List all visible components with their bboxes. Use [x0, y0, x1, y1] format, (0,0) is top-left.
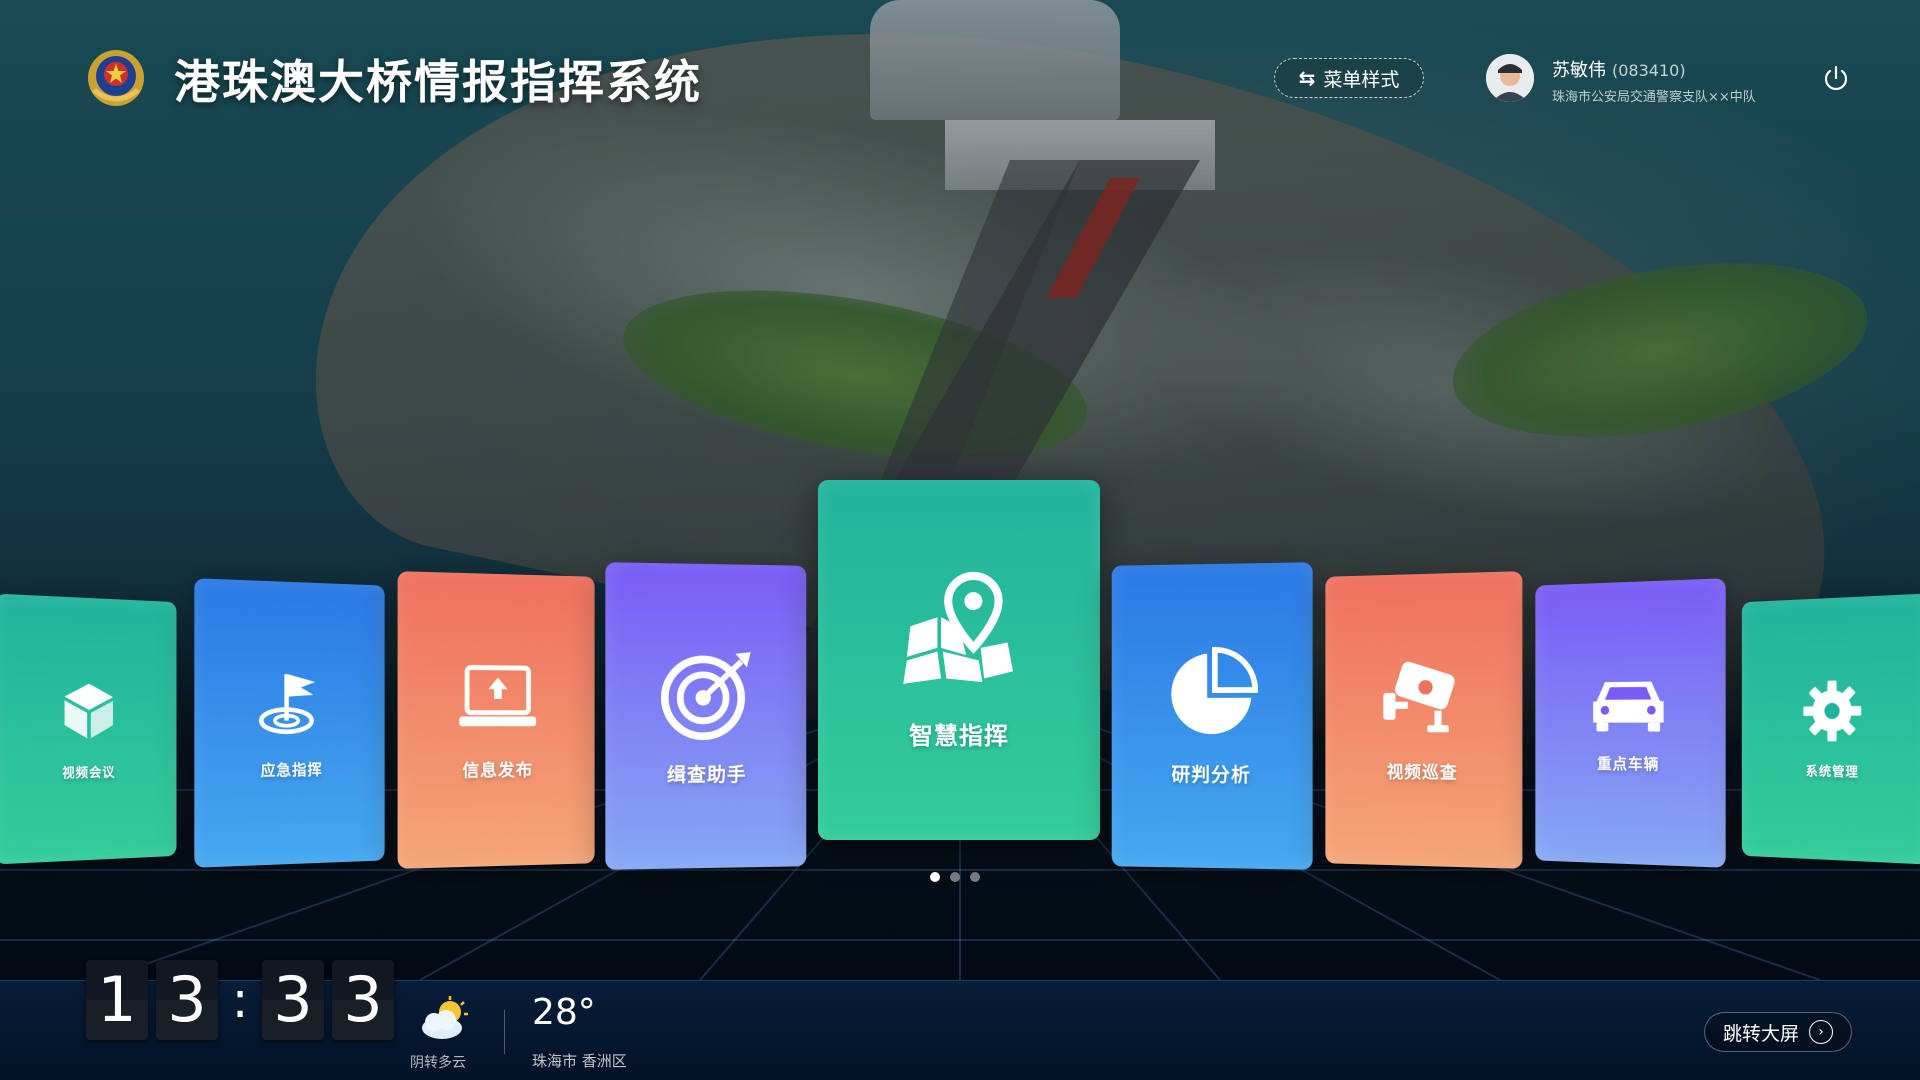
- cctv-camera-icon: [1378, 657, 1467, 740]
- card-label: 重点车辆: [1597, 754, 1660, 773]
- card-emergency-command[interactable]: 应急指挥: [194, 578, 385, 868]
- jump-button-label: 跳转大屏: [1722, 1022, 1799, 1045]
- page-dot[interactable]: [950, 872, 960, 882]
- card-video-patrol[interactable]: 视频巡查: [1325, 571, 1523, 869]
- divider: [504, 1010, 505, 1054]
- user-id: (083410): [1612, 61, 1686, 80]
- temperature: 28°: [532, 992, 596, 1033]
- cube-icon: [57, 677, 120, 744]
- card-video-conference[interactable]: 视频会议: [0, 593, 177, 865]
- user-department: 珠海市公安局交通警察支队××中队: [1552, 90, 1756, 105]
- flag-target-icon: [256, 666, 328, 741]
- app-title: 港珠澳大桥情报指挥系统: [174, 55, 702, 109]
- location: 珠海市 香洲区: [532, 1052, 627, 1070]
- header: 港珠澳大桥情报指挥系统 ⇆ 菜单样式 苏敏伟 (083410) 珠海市公安局交通警…: [0, 0, 1920, 140]
- user-name: 苏敏伟 (083410): [1552, 60, 1686, 81]
- clock-separator: :: [231, 971, 249, 1029]
- avatar[interactable]: [1486, 54, 1534, 102]
- card-key-vehicles[interactable]: 重点车辆: [1535, 578, 1726, 868]
- card-label: 信息发布: [462, 760, 534, 781]
- clock-digit: 3: [156, 960, 218, 1040]
- card-search-assistant[interactable]: 缉查助手: [605, 562, 807, 870]
- laptop-upload-icon: [457, 659, 538, 738]
- card-info-publish[interactable]: 信息发布: [397, 571, 595, 869]
- clock-digit: 3: [262, 960, 324, 1040]
- card-label: 视频会议: [62, 765, 116, 782]
- card-label: 智慧指挥: [909, 721, 1009, 750]
- menu-style-button[interactable]: ⇆ 菜单样式: [1274, 58, 1424, 98]
- card-label: 缉查助手: [667, 763, 747, 786]
- chevron-right-icon: ›: [1809, 1020, 1833, 1044]
- card-label: 研判分析: [1171, 763, 1251, 786]
- card-system-management[interactable]: 系统管理: [1741, 593, 1920, 865]
- clock-digit: 3: [332, 960, 394, 1040]
- card-label: 系统管理: [1805, 764, 1859, 780]
- pie-chart-icon: [1164, 645, 1259, 742]
- target-icon: [659, 645, 754, 742]
- card-label: 应急指挥: [260, 760, 323, 779]
- swap-arrows-icon: ⇆: [1298, 66, 1316, 90]
- weather-description: 阴转多云: [410, 1055, 466, 1071]
- car-icon: [1590, 672, 1668, 735]
- police-emblem-icon: [88, 50, 144, 106]
- gear-icon: [1802, 678, 1863, 743]
- card-label: 视频巡查: [1386, 762, 1458, 783]
- user-avatar-icon: [1486, 54, 1534, 102]
- clock-digit: 1: [86, 960, 148, 1040]
- map-pin-icon: [896, 570, 1022, 688]
- module-carousel: 视频会议 应急指挥 信息发布 缉查助手 智慧指挥 研判分析 视频巡查 重点车辆 …: [0, 470, 1920, 870]
- page-dot[interactable]: [930, 872, 940, 882]
- page-dot[interactable]: [970, 872, 980, 882]
- jump-big-screen-button[interactable]: 跳转大屏 ›: [1704, 1012, 1852, 1052]
- clock: 1 3 : 3 3: [86, 960, 402, 1040]
- carousel-pagination: [930, 872, 980, 882]
- card-analysis[interactable]: 研判分析: [1111, 562, 1313, 870]
- cloudy-sun-icon: [422, 996, 468, 1039]
- menu-style-label: 菜单样式: [1323, 68, 1400, 91]
- card-smart-command[interactable]: 智慧指挥: [818, 480, 1100, 840]
- power-icon[interactable]: [1820, 62, 1852, 94]
